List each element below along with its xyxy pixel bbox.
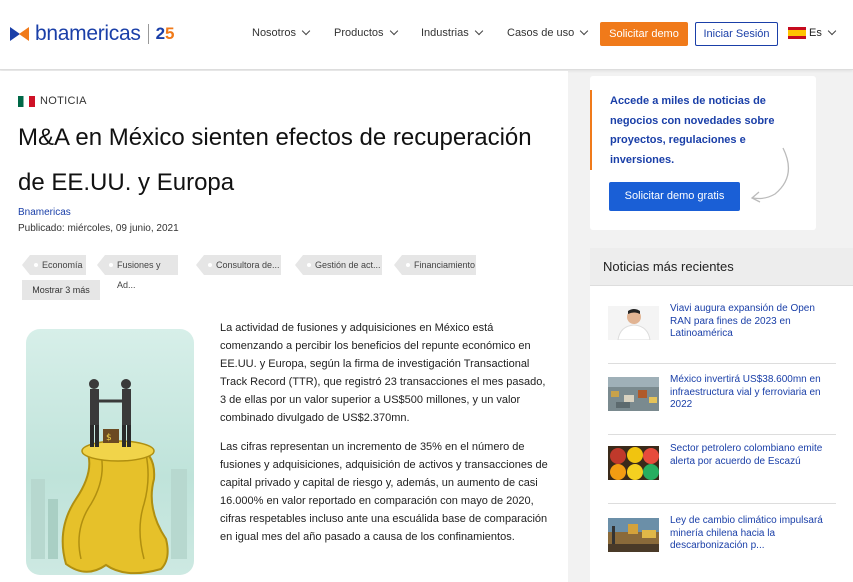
tag-chip[interactable]: Gestión de act...: [295, 255, 382, 275]
chevron-down-icon: [827, 26, 837, 36]
chevron-down-icon: [580, 26, 589, 36]
article-paragraph: La actividad de fusiones y adquisiciones…: [220, 322, 546, 424]
mexico-flag-icon: [18, 95, 35, 107]
recent-news-panel: Noticias más recientes Viavi augura expa…: [590, 248, 853, 582]
article-paragraph: Las cifras representan un incremento de …: [220, 441, 548, 543]
article: NOTICIA M&A en México sienten efectos de…: [0, 71, 568, 582]
language-selector[interactable]: Es: [788, 26, 837, 39]
site-header: bnamericas 25 Nosotros Productos Industr…: [0, 0, 853, 70]
article-hero-image: $: [26, 329, 194, 575]
news-item[interactable]: Ley de cambio climático impulsará minerí…: [608, 515, 836, 578]
recent-news-title: Noticias más recientes: [590, 248, 853, 286]
bnamericas-logo[interactable]: bnamericas 25: [10, 22, 175, 46]
news-item[interactable]: México invertirá US$38.600mn en infraest…: [608, 374, 836, 437]
nav-label: Casos de uso: [507, 27, 575, 39]
divider: [608, 363, 836, 364]
category-label: NOTICIA: [40, 95, 87, 107]
publish-date: Publicado: miércoles, 09 junio, 2021: [18, 223, 179, 234]
author-link[interactable]: Bnamericas: [18, 207, 71, 218]
show-more-tags-button[interactable]: Mostrar 3 más: [22, 280, 100, 300]
news-link[interactable]: México invertirá US$38.600mn en infraest…: [670, 374, 830, 412]
chevron-down-icon: [474, 26, 483, 36]
news-item[interactable]: Viavi augura expansión de Open RAN para …: [608, 303, 836, 366]
logo-divider: [147, 24, 149, 44]
request-free-demo-button[interactable]: Solicitar demo gratis: [609, 182, 740, 211]
chevron-down-icon: [389, 26, 398, 36]
anniversary-badge: 25: [155, 24, 175, 43]
news-item[interactable]: Sector petrolero colombiano emite alerta…: [608, 443, 836, 506]
tag-chip[interactable]: Fusiones y Ad...: [97, 255, 178, 290]
promo-card: Accede a miles de noticias de negocios c…: [590, 76, 816, 230]
news-link[interactable]: Ley de cambio climático impulsará minerí…: [670, 515, 830, 553]
article-category: NOTICIA: [18, 95, 87, 107]
logo-icon: [10, 25, 32, 43]
spain-flag-icon: [788, 27, 806, 39]
nav-casos-de-uso[interactable]: Casos de uso: [507, 26, 589, 39]
tag-chip[interactable]: Financiamiento: [394, 255, 476, 275]
logo-text: bnamericas: [35, 22, 141, 45]
news-link[interactable]: Viavi augura expansión de Open RAN para …: [670, 303, 830, 341]
nav-label: Nosotros: [252, 27, 297, 39]
tag-chip[interactable]: Economía: [22, 255, 86, 275]
news-link[interactable]: Sector petrolero colombiano emite alerta…: [670, 443, 830, 468]
nav-productos[interactable]: Productos: [334, 26, 398, 39]
news-thumbnail: [608, 518, 659, 552]
news-thumbnail: [608, 306, 659, 341]
news-thumbnail: [608, 377, 659, 411]
curved-arrow-icon: [750, 147, 790, 203]
nav-industrias[interactable]: Industrias: [421, 26, 483, 39]
chevron-down-icon: [301, 26, 311, 36]
accent-bar: [590, 90, 592, 170]
svg-text:$: $: [106, 433, 112, 443]
request-demo-button[interactable]: Solicitar demo: [600, 22, 688, 46]
article-body: La actividad de fusiones y adquisiciones…: [220, 319, 552, 557]
nav-label: Productos: [334, 27, 384, 39]
language-label: Es: [809, 27, 822, 39]
handshake-illustration: $: [31, 379, 187, 575]
nav-nosotros[interactable]: Nosotros: [252, 26, 311, 39]
divider: [608, 434, 836, 435]
news-thumbnail: [608, 446, 659, 480]
divider: [608, 503, 836, 504]
nav-label: Industrias: [421, 27, 469, 39]
tag-chip[interactable]: Consultora de...: [196, 255, 281, 275]
login-button[interactable]: Iniciar Sesión: [695, 22, 778, 46]
article-title: M&A en México sienten efectos de recuper…: [18, 124, 532, 196]
